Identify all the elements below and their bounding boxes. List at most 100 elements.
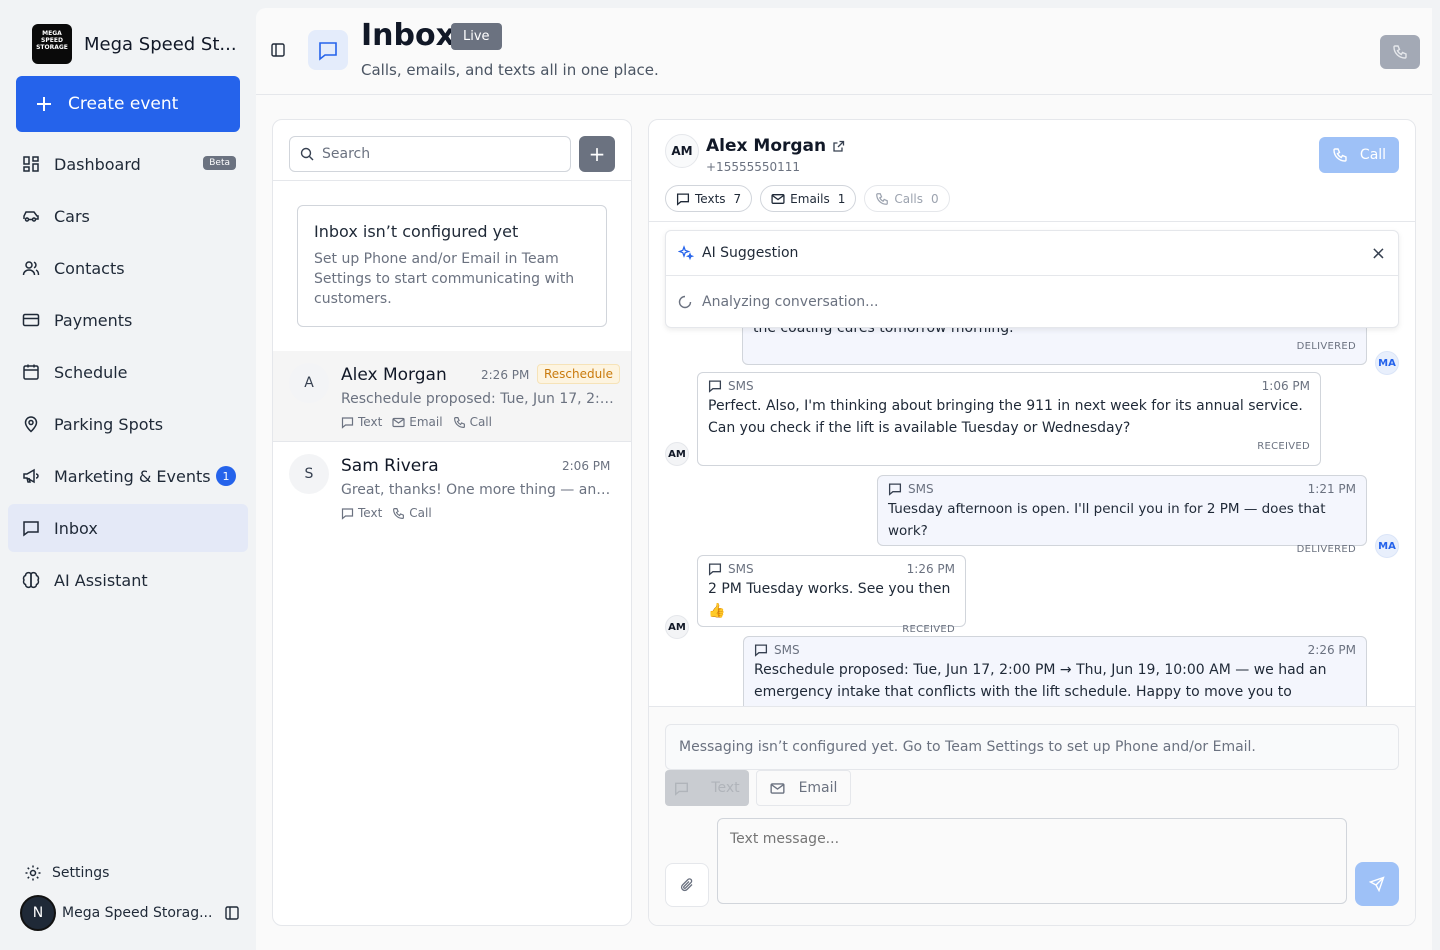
send-button[interactable]: [1355, 862, 1399, 906]
message-square-icon: [888, 483, 902, 496]
avatar: A: [289, 363, 329, 403]
sidebar-toggle-icon[interactable]: [270, 42, 286, 58]
contact-name-text: Alex Morgan: [706, 136, 827, 156]
brand-logo: MEGA SPEED STORAGE: [32, 24, 72, 64]
sidebar-item-label: Contacts: [54, 258, 125, 278]
sidebar-item-label: Cars: [54, 206, 90, 226]
reschedule-tag: Reschedule: [537, 364, 620, 384]
org-name: Mega Speed Storag...: [62, 905, 213, 921]
message-text: Perfect. Also, I'm thinking about bringi…: [708, 398, 1303, 436]
calendar-icon: [23, 364, 39, 380]
message-header: SMS 1:21 PM: [888, 482, 1356, 496]
channel-list: Text Email Call: [341, 415, 492, 429]
message-channel: SMS: [908, 482, 934, 496]
message-time: 1:21 PM: [1307, 482, 1356, 496]
gear-icon: [25, 865, 41, 881]
sidebar-item-inbox[interactable]: Inbox: [8, 504, 248, 552]
message-square-icon: [708, 563, 722, 576]
ai-suggestion-header: AI Suggestion ×: [666, 231, 1398, 276]
map-pin-icon: [24, 416, 38, 433]
settings-link[interactable]: Settings: [24, 864, 109, 882]
sidebar-item-label: AI Assistant: [54, 570, 148, 590]
divider: [273, 180, 631, 181]
sparkles-icon: [678, 245, 694, 261]
plus-icon: [37, 97, 51, 111]
message-bubble: SMS 1:26 PM 2 PM Tuesday works. See you …: [697, 555, 966, 635]
beta-badge: Beta: [203, 156, 236, 170]
sidebar-item-label: Schedule: [54, 362, 128, 382]
message-header: SMS 2:26 PM: [754, 643, 1356, 657]
emails-filter[interactable]: Emails 1: [760, 185, 857, 212]
create-event-button[interactable]: Create event: [16, 76, 240, 132]
message-header: SMS 1:06 PM: [708, 379, 1310, 393]
call-label: Call: [1359, 147, 1387, 163]
org-switcher[interactable]: N Mega Speed Storag...: [20, 895, 240, 931]
new-conversation-button[interactable]: +: [579, 136, 615, 172]
channel-list: Text Call: [341, 506, 432, 520]
avatar: N: [20, 895, 56, 931]
filter-count: 1: [837, 191, 846, 206]
notice-body: Set up Phone and/or Email in Team Settin…: [314, 251, 575, 307]
call-button[interactable]: Call: [1319, 137, 1399, 173]
sidebar-item-ai-assistant[interactable]: AI Assistant: [8, 556, 248, 604]
brand[interactable]: MEGA SPEED STORAGE Mega Speed St...: [32, 24, 237, 64]
message-square-icon: [675, 782, 689, 796]
email-mode-button[interactable]: Email: [756, 770, 851, 806]
sidebar-item-marketing-events[interactable]: Marketing & Events 1: [8, 452, 248, 500]
contact-name[interactable]: Alex Morgan: [706, 136, 845, 156]
message-channel: SMS: [728, 562, 754, 576]
message-text: 2 PM Tuesday works. See you then 👍: [708, 581, 951, 619]
sidebar-item-contacts[interactable]: Contacts: [8, 244, 248, 292]
settings-label: Settings: [52, 865, 110, 881]
channel-label: Text: [358, 506, 383, 520]
message-text: Reschedule proposed: Tue, Jun 17, 2:00 P…: [754, 662, 1327, 707]
conversation-item[interactable]: S Sam Rivera 2:06 PM Great, thanks! One …: [273, 442, 631, 532]
search-input[interactable]: Search: [289, 136, 571, 172]
channel-label: Call: [409, 506, 432, 520]
conversation-name: Sam Rivera: [341, 456, 439, 476]
attach-button[interactable]: [665, 863, 709, 907]
close-icon[interactable]: ×: [1371, 243, 1386, 264]
sidebar-item-cars[interactable]: Cars: [8, 192, 248, 240]
credit-card-icon: [22, 313, 40, 327]
filter-label: Calls: [894, 191, 924, 206]
message-square-icon: [341, 416, 354, 429]
channel-text: Text: [341, 415, 382, 429]
message-status: RECEIVED: [902, 624, 955, 635]
external-link-icon[interactable]: [832, 140, 845, 153]
text-mode-button[interactable]: Text: [665, 770, 749, 806]
phone-icon: [1333, 148, 1347, 162]
page-subtitle: Calls, emails, and texts all in one plac…: [361, 61, 659, 79]
channel-text: Text: [341, 506, 382, 520]
texts-filter[interactable]: Texts 7: [665, 185, 753, 212]
message-input[interactable]: [717, 818, 1347, 904]
phone-icon: [1393, 45, 1407, 59]
message-square-icon: [319, 42, 337, 61]
sidebar-item-schedule[interactable]: Schedule: [8, 348, 248, 396]
conversation-time: 2:06 PM: [562, 459, 611, 473]
sidebar-item-parking-spots[interactable]: Parking Spots: [8, 400, 248, 448]
conversation-item[interactable]: A Alex Morgan 2:26 PM Reschedule Resched…: [273, 351, 631, 441]
filter-count: 7: [733, 191, 742, 206]
filter-label: Emails: [790, 191, 830, 206]
avatar: AM: [665, 442, 689, 466]
sidebar-toggle-icon[interactable]: [224, 905, 240, 921]
email-mode-label: Email: [798, 780, 838, 796]
phone-button[interactable]: [1380, 35, 1420, 69]
channel-call: Call: [453, 415, 492, 429]
conversation-list: Search + Inbox isn’t configured yet Set …: [272, 119, 632, 926]
inbox-header-icon: [308, 30, 348, 70]
mail-icon: [770, 782, 785, 794]
filter-label: Texts: [695, 191, 726, 206]
message-bubble: SMS 2:26 PM Reschedule proposed: Tue, Ju…: [743, 636, 1367, 707]
config-warning: Messaging isn’t configured yet. Go to Te…: [665, 724, 1399, 770]
car-icon: [23, 211, 39, 222]
main-content: Inbox Live Calls, emails, and texts all …: [256, 8, 1432, 950]
avatar: AM: [665, 615, 689, 639]
conversation-preview: Great, thanks! One more thing — any u...: [341, 482, 615, 498]
create-event-label: Create event: [68, 94, 179, 114]
sidebar-item-payments[interactable]: Payments: [8, 296, 248, 344]
page-header: Inbox Live Calls, emails, and texts all …: [256, 8, 1432, 95]
sidebar-item-dashboard[interactable]: Dashboard Beta: [8, 140, 248, 188]
calls-filter[interactable]: Calls 0: [864, 185, 950, 212]
